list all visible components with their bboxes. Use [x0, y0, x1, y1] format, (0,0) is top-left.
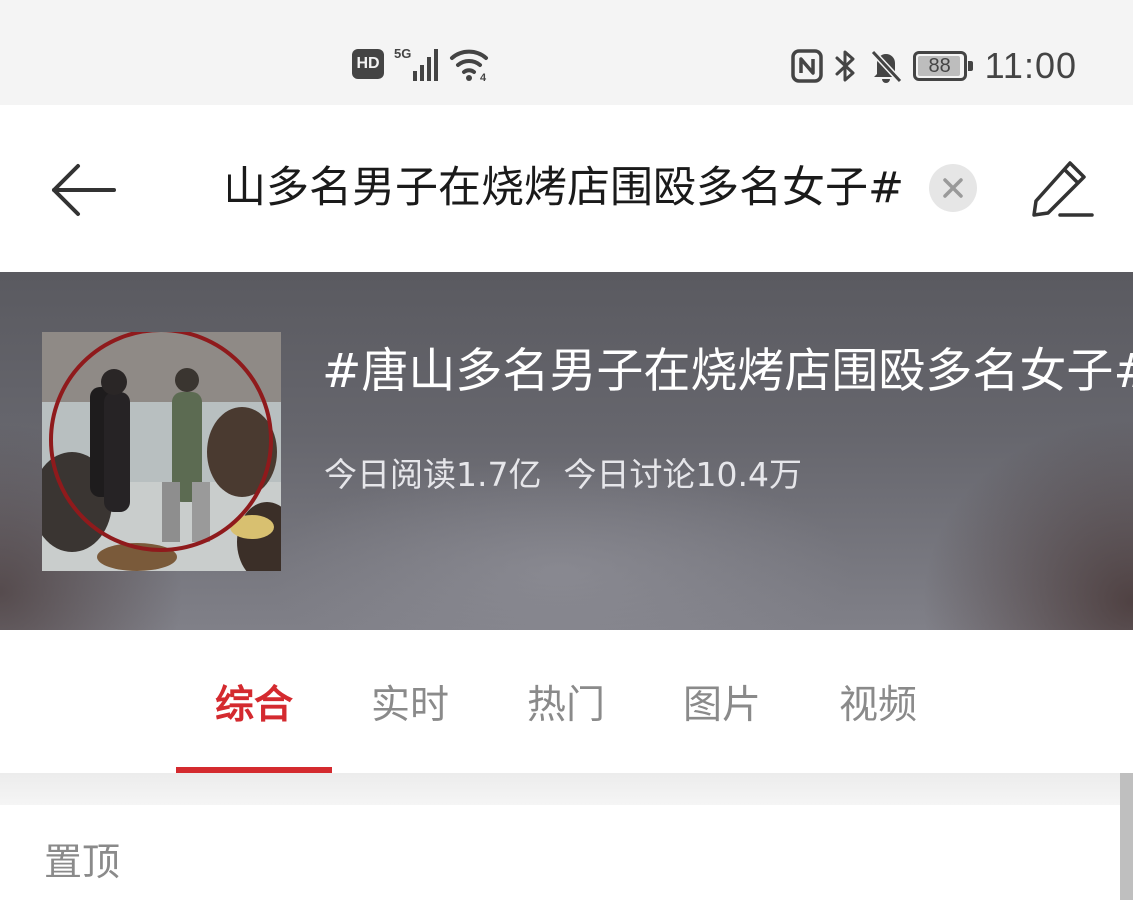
- hd-icon: HD: [352, 49, 384, 79]
- topic-thumbnail[interactable]: [42, 332, 281, 571]
- back-button[interactable]: [48, 160, 120, 220]
- tab-comprehensive[interactable]: 综合: [176, 676, 332, 736]
- search-query-text: #唐山多名男子在烧烤店围殴多名女子#: [228, 163, 904, 213]
- wifi-icon: 4: [450, 49, 489, 82]
- section-divider: [0, 773, 1133, 805]
- tab-videos[interactable]: 视频: [800, 676, 956, 736]
- nfc-icon: [790, 49, 823, 83]
- topic-banner: #唐山多名男子在烧烤店围殴多名女子# 今日阅读1.7亿 今日讨论10.4万: [0, 272, 1133, 630]
- discussions-today: 今日讨论10.4万: [563, 455, 802, 494]
- topic-stats: 今日阅读1.7亿 今日讨论10.4万: [324, 448, 802, 496]
- topic-title: #唐山多名男子在烧烤店围殴多名女子#: [322, 344, 1133, 399]
- clear-icon: [943, 178, 963, 198]
- clear-button[interactable]: [929, 164, 977, 212]
- topic-title-wrap: #唐山多名男子在烧烤店围殴多名女子#: [322, 337, 1133, 407]
- pinned-section: 置顶: [0, 805, 1133, 900]
- edit-icon: [1032, 161, 1094, 217]
- tab-pictures[interactable]: 图片: [644, 676, 800, 736]
- tab-bar: 综合 实时 热门 图片 视频: [0, 630, 1133, 773]
- network-type: 5G: [394, 46, 412, 61]
- topic-thumbnail-image: [42, 332, 281, 571]
- edit-button[interactable]: [1030, 157, 1096, 223]
- pinned-label: 置顶: [44, 840, 121, 884]
- status-bar: HD 5G 4 88 11:00: [0, 0, 1133, 105]
- battery-icon: 88: [912, 51, 973, 81]
- signal-icon: [413, 49, 439, 81]
- status-left: HD 5G 4: [352, 44, 493, 84]
- battery-level: 88: [928, 54, 951, 77]
- tab-hot[interactable]: 热门: [488, 676, 644, 736]
- search-header: #唐山多名男子在烧烤店围殴多名女子#: [0, 105, 1133, 272]
- tab-realtime[interactable]: 实时: [332, 676, 488, 736]
- scrollbar[interactable]: [1120, 773, 1133, 900]
- search-input[interactable]: #唐山多名男子在烧烤店围殴多名女子#: [228, 153, 904, 223]
- svg-text:4: 4: [480, 72, 487, 82]
- clock: 11:00: [984, 45, 1077, 86]
- back-arrow-icon: [52, 164, 116, 216]
- reads-today: 今日阅读1.7亿: [324, 455, 542, 494]
- mute-icon: [870, 49, 902, 84]
- bluetooth-icon: [835, 50, 855, 82]
- status-right: 88 11:00: [790, 44, 1077, 88]
